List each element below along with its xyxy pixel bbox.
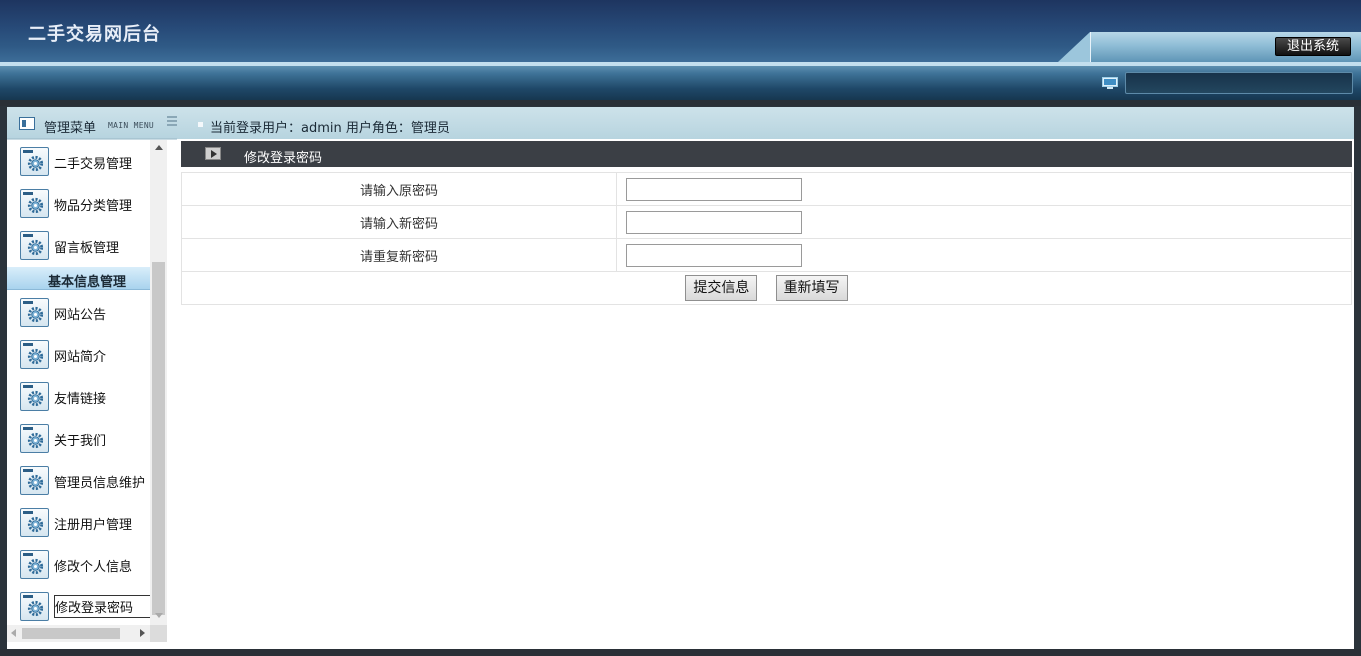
logout-button[interactable]: 退出系统: [1275, 37, 1351, 56]
change-password-form: 请输入原密码 请输入新密码 请重复新密码 提交信息 重新填写: [181, 172, 1352, 305]
scrollbar-thumb[interactable]: [152, 262, 165, 615]
main-header: 当前登录用户：admin 用户角色：管理员: [177, 107, 1354, 139]
gear-icon: [20, 298, 49, 327]
gear-icon: [20, 147, 49, 176]
sidebar-item-label: 二手交易管理: [54, 157, 133, 172]
gear-icon: [20, 189, 49, 218]
sidebar-header: 管理菜单 MAIN MENU: [7, 107, 177, 139]
sidebar-item-label: 修改登录密码: [54, 595, 152, 618]
menu-group-label: 基本信息管理: [48, 275, 127, 290]
sidebar-item-trade-management[interactable]: 二手交易管理: [7, 145, 150, 177]
sidebar-item-category-management[interactable]: 物品分类管理: [7, 187, 150, 219]
menu-panel-icon: [19, 117, 35, 130]
new-password-label: 请输入新密码: [181, 205, 617, 239]
sidebar-item-label: 网站简介: [54, 350, 107, 365]
main-content: 当前登录用户：admin 用户角色：管理员 修改登录密码 请输入原密码 请输入新…: [177, 107, 1354, 649]
monitor-icon: [1102, 77, 1118, 89]
sidebar-item-label: 注册用户管理: [54, 518, 133, 533]
sidebar-item-label: 留言板管理: [54, 241, 120, 256]
bottom-border: [0, 649, 1361, 656]
sidebar-item-message-board[interactable]: 留言板管理: [7, 229, 150, 261]
current-user-info: 当前登录用户：admin 用户角色：管理员: [210, 121, 450, 136]
old-password-input[interactable]: [626, 177, 802, 201]
submit-button[interactable]: 提交信息: [685, 275, 758, 301]
scrollbar-thumb[interactable]: [22, 628, 120, 639]
gear-icon: [20, 592, 49, 621]
sidebar-item-user-management[interactable]: 注册用户管理: [7, 506, 150, 538]
form-row-new-password: 请输入新密码: [181, 205, 1352, 239]
sidebar-item-admin-info[interactable]: 管理员信息维护: [7, 464, 150, 496]
menu-vertical-scrollbar[interactable]: [150, 140, 167, 625]
menu-toggle-icon[interactable]: [167, 116, 177, 129]
sidebar-item-friend-links[interactable]: 友情链接: [7, 380, 150, 412]
sidebar-item-edit-profile[interactable]: 修改个人信息: [7, 548, 150, 580]
scroll-right-arrow-icon[interactable]: [140, 629, 145, 637]
scrollbar-corner: [150, 625, 167, 642]
gear-icon: [20, 550, 49, 579]
separator: [0, 100, 1361, 106]
old-password-label: 请输入原密码: [181, 172, 617, 206]
sidebar: 管理菜单 MAIN MENU 二手交易管理 物品分类管理 留言板管理 基本信息管…: [7, 107, 177, 649]
sidebar-item-label: 管理员信息维护: [54, 476, 146, 491]
header-divider: [1090, 32, 1091, 62]
sidebar-item-label: 关于我们: [54, 434, 107, 449]
form-row-actions: 提交信息 重新填写: [181, 271, 1352, 305]
repeat-password-input[interactable]: [626, 243, 802, 267]
new-password-input[interactable]: [626, 210, 802, 234]
scroll-up-arrow-icon[interactable]: [155, 145, 163, 150]
menu-pane: 二手交易管理 物品分类管理 留言板管理 基本信息管理 网站公告 网站简介 友情链…: [7, 140, 177, 649]
scroll-left-arrow-icon[interactable]: [11, 629, 16, 637]
sidebar-item-announcements[interactable]: 网站公告: [7, 296, 150, 328]
sidebar-item-label: 网站公告: [54, 308, 107, 323]
gear-icon: [20, 466, 49, 495]
bullet-icon: [198, 122, 203, 127]
header-slope-decoration: [1058, 32, 1090, 62]
app-title: 二手交易网后台: [28, 24, 161, 45]
sidebar-subtitle: MAIN MENU: [108, 121, 155, 130]
scroll-down-arrow-icon[interactable]: [155, 613, 163, 618]
sidebar-title: 管理菜单: [44, 121, 97, 136]
menu-group-basic-info[interactable]: 基本信息管理: [7, 266, 150, 290]
gear-icon: [20, 382, 49, 411]
reset-button[interactable]: 重新填写: [775, 275, 848, 301]
top-header: 二手交易网后台 退出系统: [0, 0, 1361, 62]
section-title: 修改登录密码: [244, 151, 323, 166]
gear-icon: [20, 424, 49, 453]
sidebar-item-site-intro[interactable]: 网站简介: [7, 338, 150, 370]
section-header: 修改登录密码: [181, 141, 1352, 167]
menu-horizontal-scrollbar[interactable]: [7, 625, 150, 642]
sidebar-item-label: 修改个人信息: [54, 560, 133, 575]
sidebar-item-label: 友情链接: [54, 392, 107, 407]
play-icon: [205, 147, 221, 160]
gear-icon: [20, 508, 49, 537]
form-row-repeat-password: 请重复新密码: [181, 238, 1352, 272]
gear-icon: [20, 231, 49, 260]
sidebar-item-about-us[interactable]: 关于我们: [7, 422, 150, 454]
form-row-old-password: 请输入原密码: [181, 172, 1352, 206]
toolbar-status-box: [1125, 72, 1353, 94]
sidebar-item-label: 物品分类管理: [54, 199, 133, 214]
sub-toolbar-highlight: [0, 62, 1361, 66]
repeat-password-label: 请重复新密码: [181, 238, 617, 272]
gear-icon: [20, 340, 49, 369]
sidebar-item-change-password[interactable]: 修改登录密码: [7, 590, 152, 622]
